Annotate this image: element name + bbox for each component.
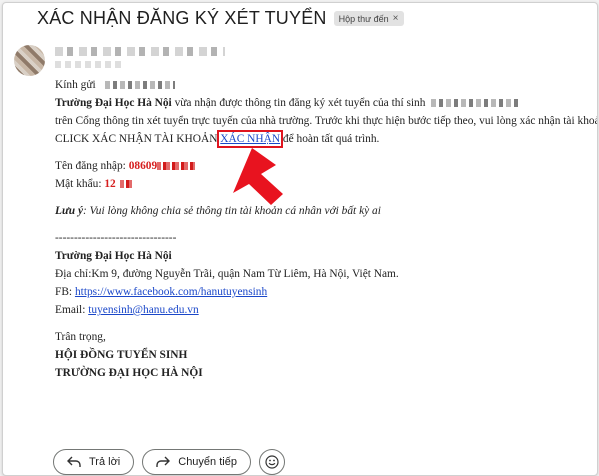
instruction-line: trên Cổng thông tin xét tuyển trực tuyến… [55,115,598,127]
recipient-redacted [104,81,175,90]
inbox-label: Hộp thư đến [338,13,389,24]
emoji-reaction-button[interactable] [258,449,285,475]
username-value: 08609 [128,160,158,172]
reply-label: Trả lời [89,456,121,468]
candidate-name-redacted [431,99,520,108]
emoji-icon [265,455,279,469]
email-label: Email: [55,304,89,316]
sender-recipient-redacted [55,61,125,68]
subject-row: XÁC NHẬN ĐĂNG KÝ XÉT TUYỂN Hộp thư đến × [37,8,404,29]
closing: Trân trọng, [55,331,106,343]
signature-fb-line: FB: https://www.facebook.com/hanutuyensi… [55,283,595,301]
facebook-link[interactable]: https://www.facebook.com/hanutuyensinh [75,286,267,298]
forward-icon [156,456,171,468]
note-line: Lưu ý: Vui lòng không chia sẻ thông tin … [55,202,595,220]
sender-avatar[interactable] [14,45,45,76]
reply-icon [67,456,81,468]
forward-button[interactable]: Chuyển tiếp [142,449,251,475]
signature-email-line: Email: tuyensinh@hanu.edu.vn [55,301,595,319]
university-name: TRƯỜNG ĐẠI HỌC HÀ NỘI [55,367,203,379]
reply-button[interactable]: Trả lời [53,449,135,475]
confirm-instruction: CLICK XÁC NHẬN TÀI KHOẢN [55,133,221,145]
email-body: Kính gửi Trường Đại Học Hà Nội vừa nhận … [55,76,598,382]
forward-label: Chuyển tiếp [178,456,237,468]
greeting: Kính gửi [55,79,96,91]
password-label: Mật khẩu: [55,178,105,190]
contact-email-link[interactable]: tuyensinh@hanu.edu.vn [88,304,198,316]
intro-line: Trường Đại Học Hà Nội vừa nhận được thôn… [55,94,595,112]
greeting-line: Kính gửi [55,76,595,94]
fb-label: FB: [55,286,75,298]
email-subject: XÁC NHẬN ĐĂNG KÝ XÉT TUYỂN [37,8,327,28]
message-actions: Trả lời Chuyển tiếp [53,449,285,475]
username-redacted [157,162,196,171]
red-arrow-icon [233,148,283,205]
university-name-inline: Trường Đại Học Hà Nội [55,97,172,109]
sender-name-redacted [55,47,225,56]
signature-divider: -------------------------------- [55,232,177,244]
inbox-label-chip[interactable]: Hộp thư đến × [333,11,404,26]
signature-name: Trường Đại Học Hà Nội [55,250,172,262]
intro-text: vừa nhận được thông tin đăng ký xét tuyể… [171,97,426,109]
password-value: 12 [104,178,116,190]
confirm-line: CLICK XÁC NHẬN TÀI KHOẢN XÁC NHẬN để hoà… [55,130,595,148]
signature-address: Địa chỉ:Km 9, đường Nguyễn Trãi, quận Na… [55,268,399,280]
council-name: HỘI ĐỒNG TUYỂN SINH [55,349,188,361]
password-line: Mật khẩu: 12 [55,175,595,193]
username-line: Tên đăng nhập: 08609 [55,157,595,175]
username-label: Tên đăng nhập: [55,160,129,172]
note-label: Lưu ý [55,205,84,217]
password-redacted [119,180,132,189]
email-view: XÁC NHẬN ĐĂNG KÝ XÉT TUYỂN Hộp thư đến ×… [2,2,598,476]
close-icon[interactable]: × [393,13,399,24]
